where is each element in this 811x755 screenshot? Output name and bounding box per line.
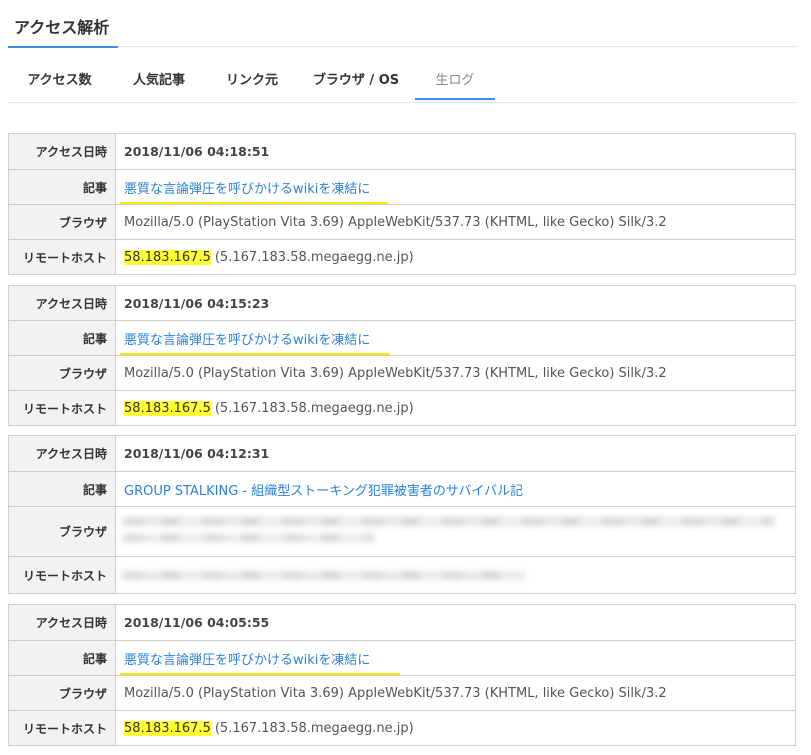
host-label: リモートホスト [9, 240, 116, 274]
date-row: アクセス日時 2018/11/06 04:12:31 [9, 436, 795, 471]
date-label: アクセス日時 [9, 134, 116, 169]
host-row: リモートホスト 58.183.167.5 (5.167.183.58.megae… [9, 710, 795, 745]
access-datetime: 2018/11/06 04:15:23 [124, 295, 270, 311]
article-row: 記事 GROUP STALKING - 組織型ストーキング犯罪被害者のサバイバル… [9, 471, 795, 506]
tab-access-count[interactable]: アクセス数 [8, 64, 111, 100]
redacted-host [116, 557, 795, 593]
article-link[interactable]: GROUP STALKING - 組織型ストーキング犯罪被害者のサバイバル記 [124, 480, 523, 499]
browser-label: ブラウザ [9, 205, 116, 239]
host-label: リモートホスト [9, 557, 116, 593]
browser-label: ブラウザ [9, 676, 116, 710]
log-entry: アクセス日時 2018/11/06 04:18:51 記事 悪質な言論弾圧を呼び… [8, 133, 796, 275]
date-label: アクセス日時 [9, 605, 116, 640]
blur-redaction [122, 534, 375, 542]
user-agent: Mozilla/5.0 (PlayStation Vita 3.69) Appl… [124, 365, 667, 381]
highlight-marker [120, 201, 388, 204]
title-underline [8, 46, 118, 48]
access-datetime: 2018/11/06 04:05:55 [124, 615, 270, 630]
browser-label: ブラウザ [9, 507, 116, 556]
tab-referrers[interactable]: リンク元 [207, 64, 297, 100]
remote-hostname: (5.167.183.58.megaegg.ne.jp) [214, 720, 414, 736]
highlight-marker [120, 352, 390, 355]
blur-redaction [122, 517, 775, 526]
date-label: アクセス日時 [9, 436, 116, 471]
tab-popular-articles[interactable]: 人気記事 [111, 64, 207, 100]
tab-browser-os[interactable]: ブラウザ / OS [297, 64, 415, 100]
browser-row: ブラウザ Mozilla/5.0 (PlayStation Vita 3.69)… [9, 204, 795, 239]
article-title: 悪質な言論弾圧を呼びかけるwikiを凍結に [124, 181, 371, 197]
host-row: リモートホスト [9, 556, 795, 593]
user-agent: Mozilla/5.0 (PlayStation Vita 3.69) Appl… [124, 214, 667, 230]
date-row: アクセス日時 2018/11/06 04:05:55 [9, 605, 795, 640]
ip-address: 58.183.167.5 [124, 400, 211, 416]
host-label: リモートホスト [9, 711, 116, 745]
article-title: 悪質な言論弾圧を呼びかけるwikiを凍結に [124, 332, 371, 348]
article-label: 記事 [9, 641, 116, 675]
highlight-marker [120, 672, 400, 675]
browser-row: ブラウザ Mozilla/5.0 (PlayStation Vita 3.69)… [9, 355, 795, 390]
tab-raw-log[interactable]: 生ログ [415, 64, 495, 100]
host-label: リモートホスト [9, 391, 116, 425]
article-label: 記事 [9, 170, 116, 204]
host-row: リモートホスト 58.183.167.5 (5.167.183.58.megae… [9, 239, 795, 274]
remote-hostname: (5.167.183.58.megaegg.ne.jp) [214, 400, 414, 416]
article-title: 悪質な言論弾圧を呼びかけるwikiを凍結に [124, 652, 371, 668]
blur-redaction [122, 571, 525, 580]
date-row: アクセス日時 2018/11/06 04:15:23 [9, 286, 795, 320]
log-entry: アクセス日時 2018/11/06 04:15:23 記事 悪質な言論弾圧を呼び… [8, 285, 796, 426]
article-label: 記事 [9, 472, 116, 506]
page-title: アクセス解析 [14, 18, 110, 37]
redacted-user-agent [116, 507, 795, 556]
article-link[interactable]: 悪質な言論弾圧を呼びかけるwikiを凍結に [120, 178, 388, 204]
access-datetime: 2018/11/06 04:18:51 [124, 144, 270, 159]
article-label: 記事 [9, 321, 116, 355]
article-row: 記事 悪質な言論弾圧を呼びかけるwikiを凍結に [9, 640, 795, 675]
ip-address: 58.183.167.5 [124, 720, 211, 736]
article-link[interactable]: 悪質な言論弾圧を呼びかけるwikiを凍結に [120, 329, 390, 355]
article-row: 記事 悪質な言論弾圧を呼びかけるwikiを凍結に [9, 320, 795, 355]
log-entry: アクセス日時 2018/11/06 04:05:55 記事 悪質な言論弾圧を呼び… [8, 604, 796, 746]
article-row: 記事 悪質な言論弾圧を呼びかけるwikiを凍結に [9, 169, 795, 204]
host-row: リモートホスト 58.183.167.5 (5.167.183.58.megae… [9, 390, 795, 425]
tab-bar: アクセス数 人気記事 リンク元 ブラウザ / OS 生ログ [8, 64, 797, 103]
date-row: アクセス日時 2018/11/06 04:18:51 [9, 134, 795, 169]
log-entry: アクセス日時 2018/11/06 04:12:31 記事 GROUP STAL… [8, 435, 796, 594]
browser-label: ブラウザ [9, 356, 116, 390]
remote-hostname: (5.167.183.58.megaegg.ne.jp) [214, 249, 414, 265]
date-label: アクセス日時 [9, 286, 116, 320]
user-agent: Mozilla/5.0 (PlayStation Vita 3.69) Appl… [124, 685, 667, 701]
ip-address: 58.183.167.5 [124, 249, 211, 265]
article-link[interactable]: 悪質な言論弾圧を呼びかけるwikiを凍結に [120, 649, 400, 675]
access-datetime: 2018/11/06 04:12:31 [124, 446, 270, 461]
browser-row: ブラウザ Mozilla/5.0 (PlayStation Vita 3.69)… [9, 675, 795, 710]
title-divider [118, 46, 798, 47]
browser-row: ブラウザ [9, 506, 795, 556]
